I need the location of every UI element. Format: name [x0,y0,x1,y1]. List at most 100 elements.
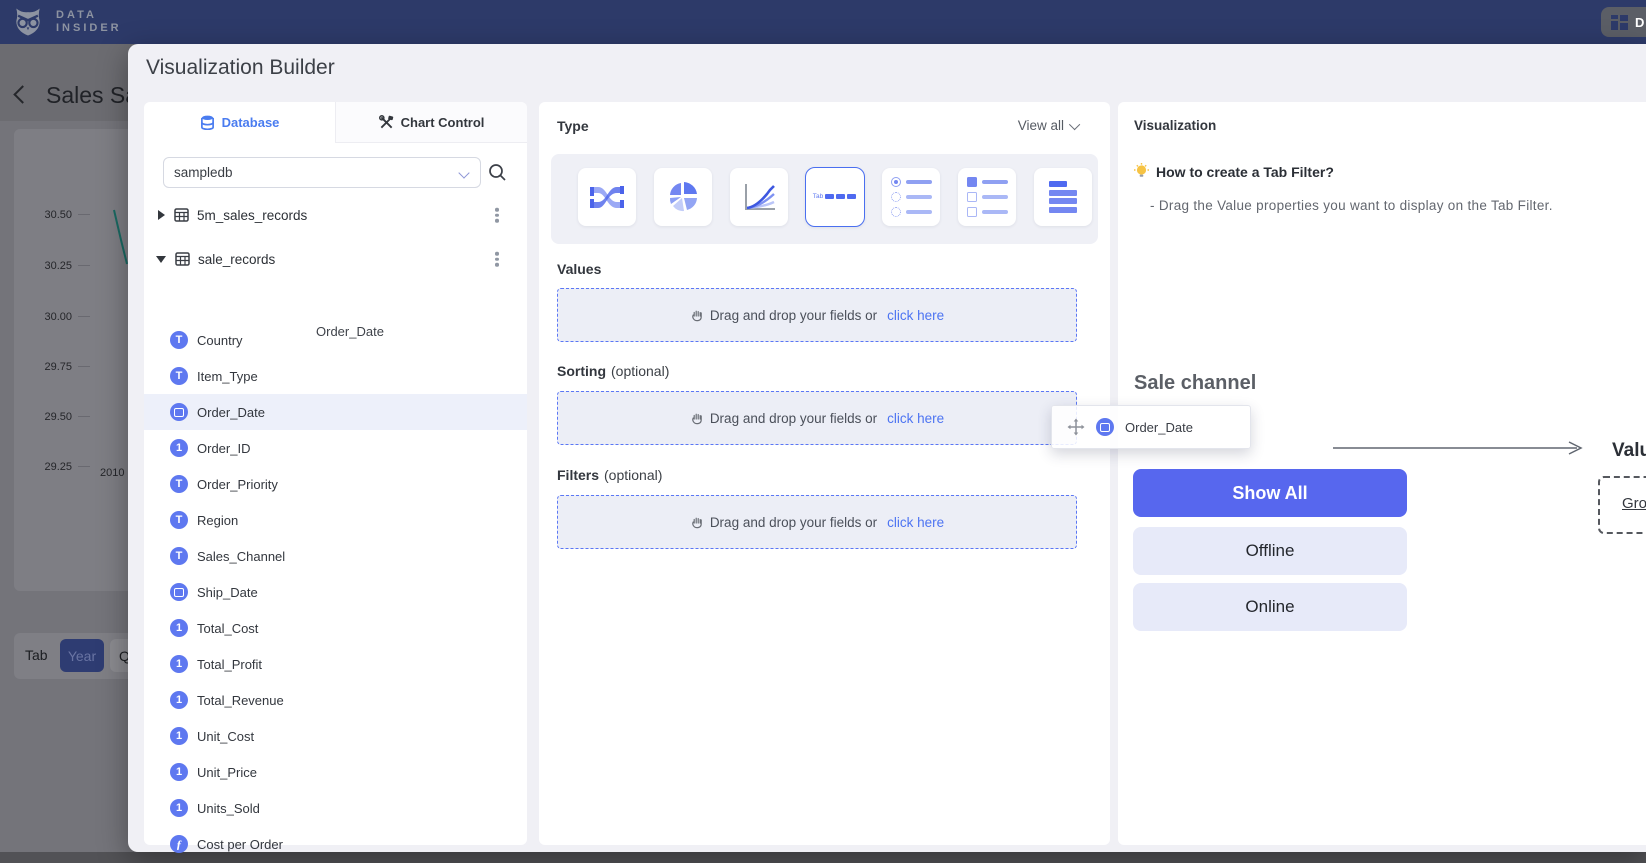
tab-chart-control-label: Chart Control [401,115,485,130]
tip-body: - Drag the Value properties you want to … [1150,198,1553,213]
date-field-icon [1096,418,1114,436]
filter-button-online[interactable]: Online [1133,583,1407,631]
annotation-arrow [1333,439,1589,457]
drag-hand-icon [690,308,704,322]
chart-type-pie[interactable] [654,168,712,226]
database-select[interactable]: sampledb [163,157,481,188]
visualization-panel: Visualization How to create a Tab Filter… [1118,102,1646,845]
screen: Sales Sa 30.50 30.25 30.00 29.75 29.50 2… [0,0,1646,863]
sankey-icon [589,182,625,212]
y-tick: 29.25 [32,461,72,473]
filters-dropzone[interactable]: Drag and drop your fields or click here [557,495,1077,549]
field-row[interactable]: TOrder_Priority [144,466,527,502]
visualization-title: Visualization [1134,118,1216,133]
move-icon [1067,418,1085,436]
widget-title: Sale channel [1134,372,1256,395]
period-tab[interactable]: Tab [25,647,48,663]
brand-line-2: INSIDER [56,22,122,35]
database-select-value: sampledb [174,165,233,180]
pie-icon [667,181,699,213]
period-year-button[interactable]: Year [60,639,104,672]
line-chart-icon [742,182,776,212]
tree-node-expanded[interactable]: sale_records [144,246,527,272]
text-field-icon: T [170,475,188,493]
number-field-icon: 1 [170,691,188,709]
sorting-dropzone[interactable]: Drag and drop your fields or click here [557,391,1077,445]
caret-down-icon[interactable] [156,256,166,263]
chevron-down-icon [458,167,469,178]
table-icon [175,252,190,266]
filter-button-offline[interactable]: Offline [1133,527,1407,575]
tick-line [78,466,90,467]
date-field-icon [170,403,188,421]
modal-title: Visualization Builder [146,56,335,80]
app-logo[interactable]: DATA INSIDER [10,4,122,40]
field-row[interactable]: 1Units_Sold [144,790,527,826]
kebab-menu-icon[interactable] [495,206,499,225]
number-field-icon: 1 [170,439,188,457]
filter-button-show-all[interactable]: Show All [1133,469,1407,517]
tick-line [78,214,90,215]
tab-chart-control[interactable]: Chart Control [335,102,527,143]
tab-filter-icon: Tab [813,193,856,200]
chart-type-sankey[interactable] [578,168,636,226]
chart-type-tab-filter-selected[interactable]: Tab [805,167,865,227]
checkbox-list-icon [967,177,1008,217]
text-field-icon: T [170,331,188,349]
database-icon [200,115,215,130]
brand-line-1: DATA [56,9,122,22]
field-row-selected[interactable]: Order_Date [144,394,527,430]
tree-node-label: 5m_sales_records [197,208,307,223]
dashboard-button[interactable]: D [1601,7,1646,37]
tree-node-label: sale_records [198,252,275,267]
field-row[interactable]: ƒCost per Order [144,826,527,862]
tab-database-label: Database [222,115,280,130]
tab-database[interactable]: Database [144,102,335,143]
click-here-link[interactable]: click here [887,411,944,426]
field-row[interactable]: 1Total_Cost [144,610,527,646]
tree-node-collapsed[interactable]: 5m_sales_records [144,202,527,228]
click-here-link[interactable]: click here [887,308,944,323]
values-section-label: Values [557,261,601,277]
function-field-icon: ƒ [170,835,188,853]
bulb-icon [1133,162,1150,180]
chart-type-checkbox-list[interactable] [958,168,1016,226]
text-field-icon: T [170,547,188,565]
field-row[interactable]: 1Unit_Price [144,754,527,790]
field-row[interactable]: 1Total_Revenue [144,682,527,718]
field-row[interactable]: 1Unit_Cost [144,718,527,754]
field-row[interactable]: TRegion [144,502,527,538]
y-tick: 29.75 [32,361,72,373]
field-row[interactable]: TItem_Type [144,358,527,394]
text-field-icon: T [170,511,188,529]
chart-type-table-list[interactable] [1034,168,1092,226]
table-list-icon [1049,181,1077,213]
number-field-icon: 1 [170,619,188,637]
type-section-label: Type [557,118,589,134]
text-field-icon: T [170,367,188,385]
caret-right-icon[interactable] [158,210,165,220]
annotation-group-link[interactable]: Gro [1622,495,1646,512]
values-dropzone[interactable]: Drag and drop your fields or click here [557,288,1077,342]
chart-type-radio-list[interactable] [882,168,940,226]
field-row[interactable]: Ship_Date [144,574,527,610]
y-tick: 30.50 [32,209,72,221]
chart-control-icon [379,115,394,130]
kebab-menu-icon[interactable] [495,250,499,269]
field-row[interactable]: 1Total_Profit [144,646,527,682]
drag-chip-order-date[interactable]: Order_Date [1051,405,1251,449]
top-navigation-bar: DATA INSIDER D [0,0,1646,44]
background-page-title: Sales Sa [46,82,138,109]
field-row[interactable]: TSales_Channel [144,538,527,574]
drag-hand-icon [690,411,704,425]
search-icon[interactable] [488,163,507,182]
chart-type-line[interactable] [730,168,788,226]
click-here-link[interactable]: click here [887,515,944,530]
x-tick: 2010 [100,467,124,479]
view-all-button[interactable]: View all [1018,118,1080,133]
field-row[interactable]: 1Order_ID [144,430,527,466]
annotation-value-label: Valu [1612,440,1646,462]
database-panel: Database Chart Control sampledb [144,102,527,845]
annotation-group-box: Gro [1598,476,1646,534]
background-chart-card [14,129,128,591]
